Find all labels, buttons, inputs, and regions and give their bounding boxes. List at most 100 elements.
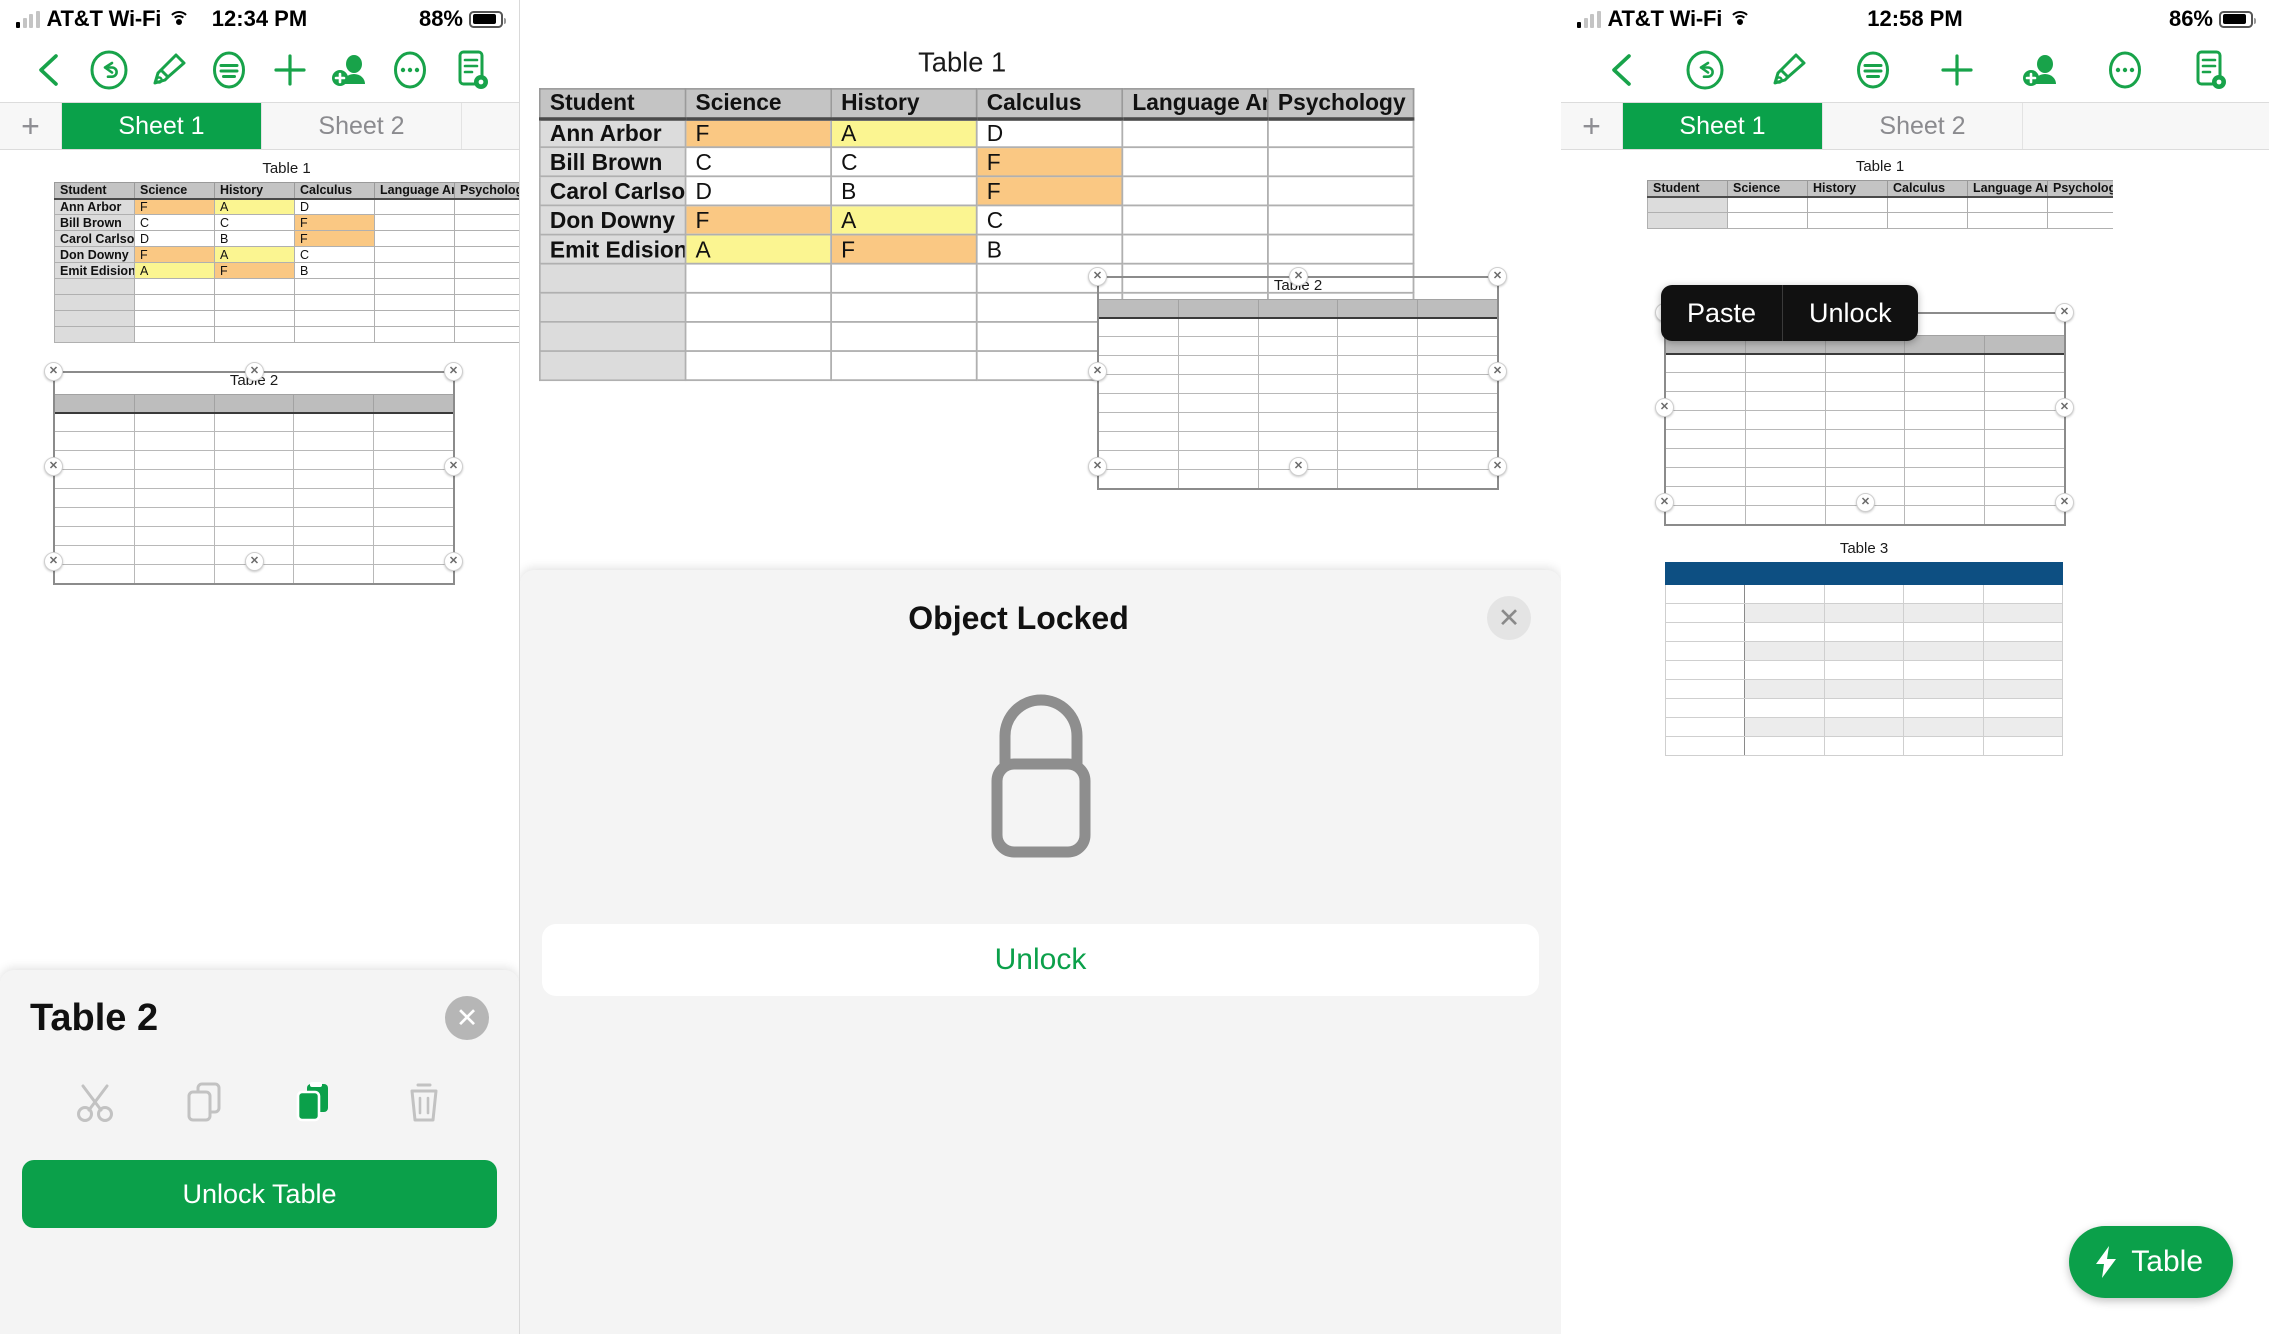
cell[interactable] [1824,372,1906,392]
cell[interactable] [1744,679,1825,699]
cell[interactable] [1903,622,1984,642]
table1-grid[interactable]: Student Science History Calculus Languag… [54,182,519,343]
cell[interactable] [1417,355,1498,375]
table-row[interactable] [54,450,454,470]
cell[interactable] [1744,486,1826,506]
cell[interactable] [1121,175,1269,207]
cell[interactable] [1267,117,1415,149]
cell[interactable] [1664,736,1746,756]
cell[interactable] [213,394,295,414]
cell[interactable] [1824,448,1906,468]
cell[interactable] [1903,562,1984,585]
selection-handle-br[interactable] [2055,493,2074,512]
cell[interactable] [1823,562,1905,585]
cell[interactable] [1903,660,1984,680]
cell[interactable] [1744,372,1826,392]
cell[interactable]: F [684,117,833,149]
cell[interactable] [54,564,135,584]
table-row[interactable] [1665,429,2065,449]
cell[interactable] [1904,429,1986,449]
selection-handle-tr[interactable] [1488,267,1507,286]
brush-icon[interactable] [146,47,192,93]
cell[interactable] [1744,505,1826,525]
table-row[interactable] [54,431,454,451]
table-row[interactable] [1098,393,1498,413]
table-row[interactable] [1665,448,2065,468]
selection-handle-tr[interactable] [2055,303,2074,322]
cell[interactable] [1984,448,2065,468]
cell[interactable] [213,450,295,470]
table-row[interactable] [1664,679,2064,699]
cell[interactable] [1744,736,1825,756]
table-row[interactable] [1098,412,1498,432]
cell[interactable]: D [294,198,375,215]
cell[interactable] [1744,660,1825,680]
cell[interactable] [1665,467,1746,487]
table-row[interactable] [1098,431,1498,451]
cell[interactable]: F [134,246,215,263]
cell[interactable] [293,412,375,432]
cell[interactable] [214,278,295,295]
cell[interactable] [1823,641,1905,661]
cell[interactable] [1257,317,1339,337]
close-icon[interactable]: ✕ [1487,596,1531,640]
cell[interactable] [1665,353,1746,373]
cell[interactable] [1727,212,1808,229]
cell[interactable] [1098,299,1179,319]
cell[interactable] [1121,233,1269,265]
cell[interactable] [1417,393,1498,413]
plus-icon[interactable] [267,47,313,93]
cell[interactable] [1904,486,1986,506]
plus-icon[interactable] [1934,47,1980,93]
cell[interactable] [1257,336,1339,356]
cell[interactable] [213,507,295,527]
cell[interactable] [1727,196,1808,213]
table-row[interactable] [1664,736,2064,756]
cell[interactable] [1098,450,1179,470]
cell[interactable] [1904,467,1986,487]
cell[interactable] [214,310,295,327]
cell[interactable] [454,230,519,247]
cell[interactable] [1664,679,1746,699]
add-sheet-button[interactable]: + [1561,103,1623,149]
cell[interactable] [1744,698,1825,718]
cell[interactable] [1257,412,1339,432]
table-row[interactable] [1098,355,1498,375]
cell[interactable] [294,310,375,327]
cell[interactable] [1984,410,2065,430]
table-row[interactable] [54,326,519,343]
cell[interactable]: F [134,198,215,215]
cell[interactable] [133,412,215,432]
cell[interactable] [1903,584,1984,604]
cell[interactable] [454,294,519,311]
cell[interactable] [1098,412,1179,432]
cell[interactable] [1417,450,1498,470]
table1-left[interactable]: Table 1 Student Science History Calculus… [54,160,519,343]
table-row[interactable] [1647,212,2113,229]
cell[interactable] [1984,372,2065,392]
cell[interactable] [830,321,978,352]
table-row[interactable] [54,526,454,546]
cell[interactable] [1417,469,1498,489]
cell[interactable] [1417,336,1498,356]
selection-handle-bc[interactable] [1289,457,1308,476]
cell[interactable] [373,526,454,546]
selection-handle-ml[interactable] [44,457,63,476]
cell[interactable] [1664,717,1746,737]
table-row[interactable] [1664,622,2064,642]
cell[interactable] [1257,355,1339,375]
cell[interactable]: D [975,117,1124,149]
table1-right[interactable]: Table 1 Carol CarlsonDBF Don DownyFAC Em… [1647,158,2113,300]
selection-handle-tr[interactable] [444,362,463,381]
selection-handle-br[interactable] [1488,457,1507,476]
cell[interactable] [1337,469,1419,489]
cell[interactable] [133,526,215,546]
cell[interactable] [293,564,375,584]
cell[interactable] [1098,336,1179,356]
cell[interactable] [454,198,519,215]
add-sheet-button[interactable]: + [0,103,62,149]
cell[interactable] [830,291,978,323]
table-row[interactable]: Don Downy F A C [538,204,1415,236]
cell[interactable] [373,488,454,508]
add-person-icon[interactable] [2018,47,2064,93]
